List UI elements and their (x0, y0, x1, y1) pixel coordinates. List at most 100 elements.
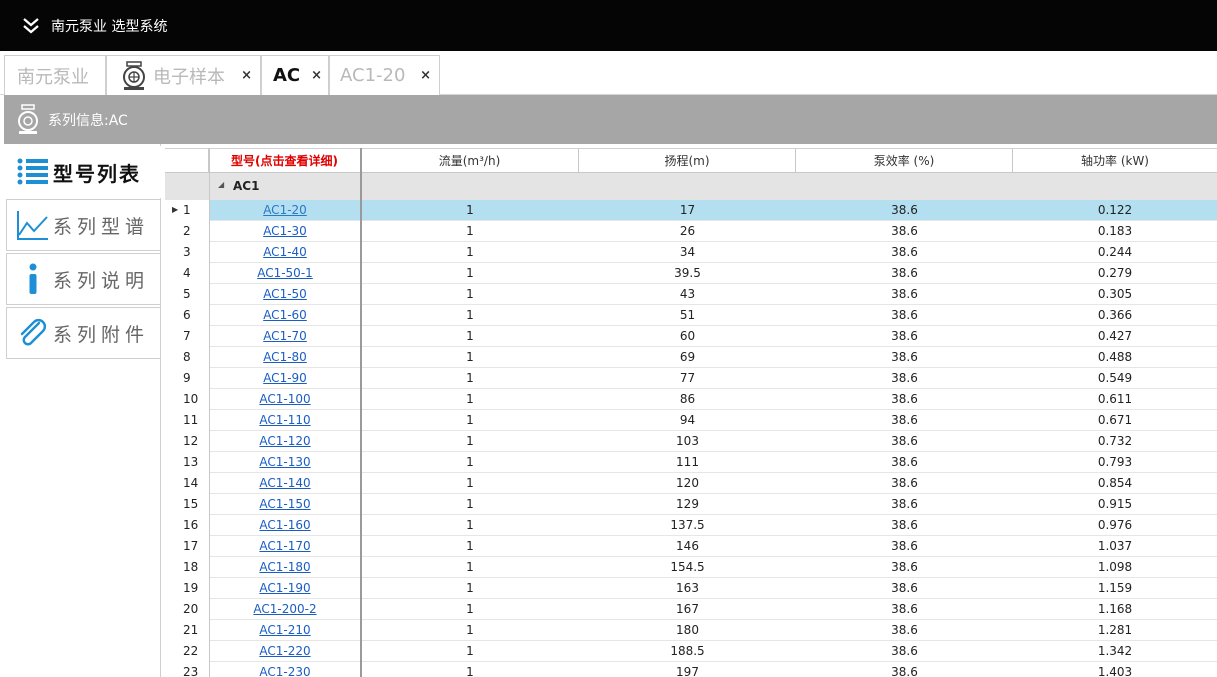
row-number-text: 18 (183, 560, 199, 574)
efficiency-cell: 38.6 (891, 392, 918, 406)
model-link[interactable]: AC1-40 (263, 245, 307, 259)
table-row[interactable]: 9 AC1-90 1 77 38.6 0.549 (165, 368, 1217, 389)
close-icon[interactable]: × (241, 68, 252, 83)
row-number: 13 (165, 452, 209, 473)
model-link[interactable]: AC1-160 (259, 518, 310, 532)
collapse-triangle-icon[interactable]: ◢ (218, 180, 224, 189)
nav-model-list[interactable]: 型号列表 (6, 146, 161, 198)
tab-ac[interactable]: AC × (261, 55, 329, 96)
current-row-arrow-icon: ▶ (172, 205, 179, 214)
efficiency-cell: 38.6 (891, 203, 918, 217)
flow-cell: 1 (466, 602, 474, 616)
table-row[interactable]: 4 AC1-50-1 1 39.5 38.6 0.279 (165, 263, 1217, 284)
column-header-flow[interactable]: 流量(m³/h) (361, 149, 579, 173)
model-link[interactable]: AC1-80 (263, 350, 307, 364)
model-link[interactable]: AC1-60 (263, 308, 307, 322)
flow-cell: 1 (466, 476, 474, 490)
model-link[interactable]: AC1-140 (259, 476, 310, 490)
table-row[interactable]: ▶ 1 AC1-20 1 17 38.6 0.122 (165, 200, 1217, 221)
group-row[interactable]: ◢ AC1 (165, 173, 1217, 200)
table-row[interactable]: 3 AC1-40 1 34 38.6 0.244 (165, 242, 1217, 263)
nav-series-spectrum[interactable]: 系列型谱 (6, 199, 161, 251)
model-link[interactable]: AC1-120 (259, 434, 310, 448)
model-link[interactable]: AC1-70 (263, 329, 307, 343)
row-number: 2 (165, 221, 209, 242)
model-link[interactable]: AC1-220 (259, 644, 310, 658)
flow-cell: 1 (466, 497, 474, 511)
row-number: 22 (165, 641, 209, 662)
table-row[interactable]: 21 AC1-210 1 180 38.6 1.281 (165, 620, 1217, 641)
table-row[interactable]: 19 AC1-190 1 163 38.6 1.159 (165, 578, 1217, 599)
table-row[interactable]: 6 AC1-60 1 51 38.6 0.366 (165, 305, 1217, 326)
model-link[interactable]: AC1-100 (259, 392, 310, 406)
title-bar: 南元泵业 选型系统 (0, 0, 1217, 51)
model-link[interactable]: AC1-50-1 (257, 266, 313, 280)
model-link[interactable]: AC1-20 (263, 203, 307, 217)
close-icon[interactable]: × (420, 68, 431, 83)
model-link[interactable]: AC1-210 (259, 623, 310, 637)
model-link[interactable]: AC1-110 (259, 413, 310, 427)
power-cell: 1.159 (1097, 581, 1133, 595)
flow-cell: 1 (466, 539, 474, 553)
model-link[interactable]: AC1-50 (263, 287, 307, 301)
row-number: 23 (165, 662, 209, 677)
row-number-text: 12 (183, 434, 199, 448)
table-row[interactable]: 20 AC1-200-2 1 167 38.6 1.168 (165, 599, 1217, 620)
table-row[interactable]: 13 AC1-130 1 111 38.6 0.793 (165, 452, 1217, 473)
table-row[interactable]: 5 AC1-50 1 43 38.6 0.305 (165, 284, 1217, 305)
model-link[interactable]: AC1-170 (259, 539, 310, 553)
tab-electronic-sample[interactable]: 电子样本 × (106, 55, 261, 95)
efficiency-cell: 38.6 (891, 224, 918, 238)
table-row[interactable]: 8 AC1-80 1 69 38.6 0.488 (165, 347, 1217, 368)
table-row[interactable]: 18 AC1-180 1 154.5 38.6 1.098 (165, 557, 1217, 578)
flow-cell: 1 (466, 455, 474, 469)
row-number: 3 (165, 242, 209, 263)
model-cell: AC1-100 (209, 389, 361, 410)
table-row[interactable]: 10 AC1-100 1 86 38.6 0.611 (165, 389, 1217, 410)
nav-series-attachments[interactable]: 系列附件 (6, 307, 161, 359)
table-row[interactable]: 7 AC1-70 1 60 38.6 0.427 (165, 326, 1217, 347)
column-header-model[interactable]: 型号(点击查看详细) (209, 149, 361, 173)
row-number: 14 (165, 473, 209, 494)
nav-series-description[interactable]: 系列说明 (6, 253, 161, 305)
table-row[interactable]: 22 AC1-220 1 188.5 38.6 1.342 (165, 641, 1217, 662)
power-cell: 0.244 (1097, 245, 1133, 259)
power-cell: 0.183 (1097, 224, 1133, 238)
efficiency-cell: 38.6 (891, 602, 918, 616)
table-row[interactable]: 17 AC1-170 1 146 38.6 1.037 (165, 536, 1217, 557)
tab-home[interactable]: 南元泵业 (4, 55, 106, 95)
table-row[interactable]: 15 AC1-150 1 129 38.6 0.915 (165, 494, 1217, 515)
head-cell: 154.5 (670, 560, 705, 574)
column-header-efficiency[interactable]: 泵效率 (%) (796, 149, 1013, 173)
power-cell: 0.915 (1097, 497, 1133, 511)
double-chevron-down-icon[interactable] (19, 14, 43, 38)
power-cell: 0.671 (1097, 413, 1133, 427)
model-link[interactable]: AC1-150 (259, 497, 310, 511)
model-cell: AC1-40 (209, 242, 361, 263)
model-cell: AC1-220 (209, 641, 361, 662)
model-link[interactable]: AC1-90 (263, 371, 307, 385)
row-number-text: 7 (183, 329, 191, 343)
row-number-text: 17 (183, 539, 199, 553)
column-header-power[interactable]: 轴功率 (kW) (1013, 149, 1217, 173)
model-link[interactable]: AC1-200-2 (253, 602, 316, 616)
table-row[interactable]: 2 AC1-30 1 26 38.6 0.183 (165, 221, 1217, 242)
model-link[interactable]: AC1-180 (259, 560, 310, 574)
table-row[interactable]: 23 AC1-230 1 197 38.6 1.403 (165, 662, 1217, 677)
close-icon[interactable]: × (311, 68, 322, 83)
model-link[interactable]: AC1-230 (259, 665, 310, 677)
table-row[interactable]: 11 AC1-110 1 94 38.6 0.671 (165, 410, 1217, 431)
tab-strip: 南元泵业 电子样本 × AC × AC1-20 × (0, 51, 1217, 96)
model-link[interactable]: AC1-130 (259, 455, 310, 469)
table-row[interactable]: 14 AC1-140 1 120 38.6 0.854 (165, 473, 1217, 494)
table-row[interactable]: 16 AC1-160 1 137.5 38.6 0.976 (165, 515, 1217, 536)
model-link[interactable]: AC1-30 (263, 224, 307, 238)
tab-ac1-20[interactable]: AC1-20 × (329, 55, 440, 95)
row-number-text: 11 (183, 413, 199, 427)
pump-icon (121, 60, 147, 91)
model-cell: AC1-30 (209, 221, 361, 242)
table-row[interactable]: 12 AC1-120 1 103 38.6 0.732 (165, 431, 1217, 452)
power-cell: 1.403 (1097, 665, 1133, 677)
column-header-head[interactable]: 扬程(m) (579, 149, 796, 173)
model-link[interactable]: AC1-190 (259, 581, 310, 595)
